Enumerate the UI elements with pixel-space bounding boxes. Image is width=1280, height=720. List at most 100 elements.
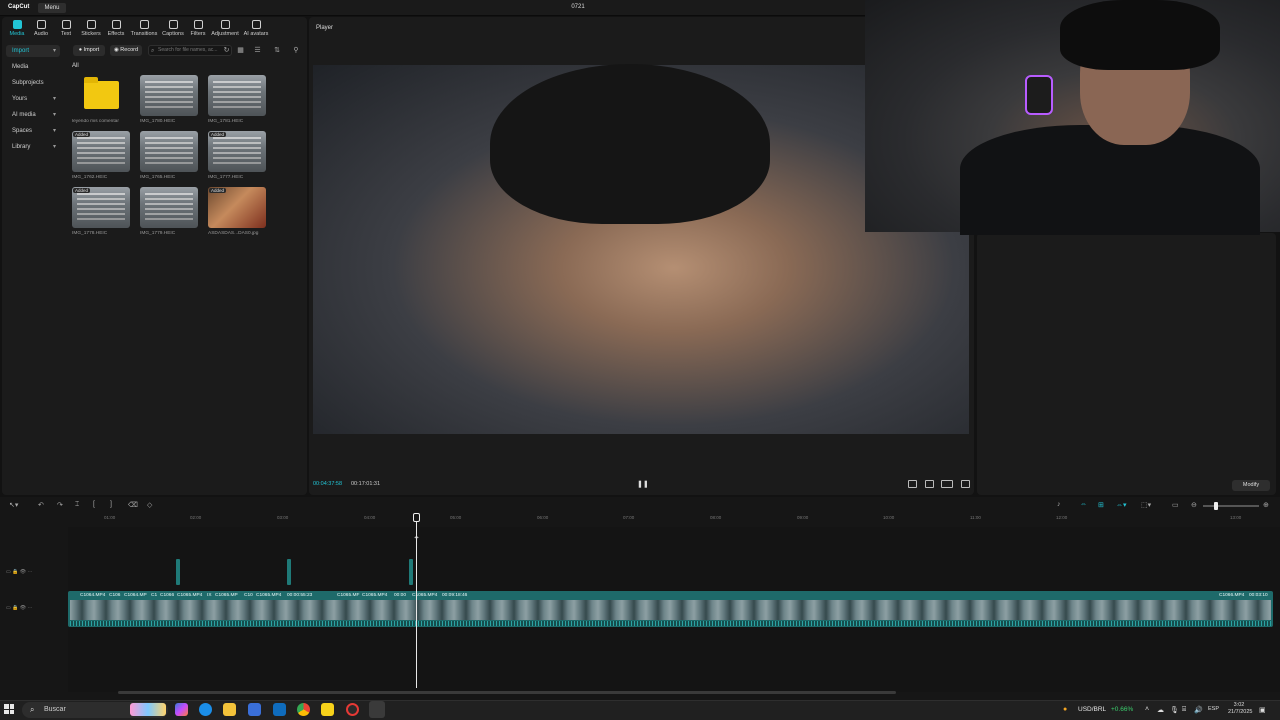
- media-item[interactable]: Added ASDASDAS...DAS0.jpg: [208, 187, 266, 236]
- media-item[interactable]: IMG_1780.HEIC: [140, 75, 198, 124]
- trim-left-icon[interactable]: [: [93, 501, 95, 508]
- pause-icon[interactable]: ❚❚: [637, 480, 649, 488]
- search-highlight-icon: [130, 703, 166, 716]
- media-item[interactable]: Added IMG_1778.HEIC: [72, 187, 130, 236]
- notification-icon[interactable]: ▣: [1259, 706, 1266, 714]
- media-thumbnail: [140, 131, 198, 172]
- windows-start-icon[interactable]: [4, 704, 14, 714]
- tab-captions[interactable]: Captions: [159, 20, 187, 37]
- tab-ai-avatars[interactable]: AI avatars: [241, 20, 271, 37]
- edge-icon[interactable]: [199, 703, 212, 716]
- tab-effects[interactable]: Effects: [103, 20, 129, 37]
- media-item[interactable]: Added IMG_1777.HEIC: [208, 131, 266, 180]
- cloud-icon[interactable]: ☁: [1157, 706, 1164, 714]
- tab-transitions[interactable]: Transitions: [129, 20, 159, 37]
- grid-view-icon[interactable]: ▦: [236, 46, 245, 55]
- media-item[interactable]: leyendo mis comentar: [72, 75, 130, 124]
- nav-spaces[interactable]: Spaces ▾: [6, 125, 60, 137]
- fullscreen-icon[interactable]: [961, 480, 970, 488]
- clock[interactable]: 3:02 21/7/2025: [1228, 702, 1252, 716]
- media-filter-all[interactable]: All: [72, 63, 79, 69]
- fx-pair[interactable]: USD/BRL: [1078, 706, 1106, 713]
- overlay-track-controls[interactable]: ▭ 🔒 👁 ⋯: [6, 569, 32, 575]
- media-item[interactable]: IMG_1779.HEIC: [140, 187, 198, 236]
- total-time: 00:17:01:31: [351, 481, 381, 487]
- language-indicator[interactable]: ESP: [1208, 706, 1219, 712]
- list-view-icon[interactable]: ☰: [253, 46, 262, 55]
- overlay-clip[interactable]: [409, 559, 413, 585]
- clip-label: IX: [207, 593, 212, 598]
- tool-tabs: Media Audio Text Stickers Effects Transi…: [2, 17, 307, 41]
- clip-label: C1066: [160, 593, 175, 598]
- chrome-icon[interactable]: [297, 703, 310, 716]
- microphone-tray-icon[interactable]: 🎙: [1170, 706, 1179, 714]
- overlay-clip[interactable]: [287, 559, 291, 585]
- file-explorer-icon[interactable]: [223, 703, 236, 716]
- zoom-slider[interactable]: [1203, 505, 1259, 507]
- nav-library[interactable]: Library ▾: [6, 141, 60, 153]
- microphone-icon[interactable]: ♪: [1057, 501, 1061, 508]
- store-icon[interactable]: [248, 703, 261, 716]
- menu-button[interactable]: Menu: [38, 3, 66, 13]
- filter-icon[interactable]: ⚲: [289, 46, 303, 55]
- tab-filters[interactable]: Filters: [185, 20, 211, 37]
- nav-import[interactable]: Import ▾: [6, 45, 60, 57]
- sort-icon[interactable]: ⇅: [270, 46, 284, 55]
- clip-label: 00:03:10: [1249, 593, 1268, 598]
- tab-audio[interactable]: Audio: [28, 20, 54, 37]
- aspect-ratio-icon[interactable]: [908, 480, 917, 488]
- overlay-clip[interactable]: [176, 559, 180, 585]
- media-item[interactable]: Added IMG_1762.HEIC: [72, 131, 130, 180]
- chevron-up-icon[interactable]: ˄: [1145, 706, 1149, 713]
- chevron-down-icon: ▾: [52, 144, 56, 150]
- copilot-icon[interactable]: [175, 703, 188, 716]
- zoom-out-icon[interactable]: ⊖: [1191, 501, 1197, 509]
- nav-media[interactable]: Media: [6, 61, 60, 73]
- capcut-taskbar-icon[interactable]: [369, 701, 385, 718]
- nav-yours[interactable]: Yours ▾: [6, 93, 60, 105]
- tab-text[interactable]: Text: [53, 20, 79, 37]
- nav-ai-media[interactable]: AI media ▾: [6, 109, 60, 121]
- delete-icon[interactable]: ⌫: [128, 501, 138, 509]
- outlook-icon[interactable]: [273, 703, 286, 716]
- sticky-notes-icon[interactable]: [321, 703, 334, 716]
- volume-icon[interactable]: 🔊: [1194, 706, 1203, 714]
- refresh-icon[interactable]: ↻: [222, 46, 231, 55]
- timeline-scrollbar[interactable]: [118, 691, 896, 694]
- keyframe-icon[interactable]: ⌖: [412, 533, 421, 542]
- tab-adjustment[interactable]: Adjustment: [209, 20, 241, 37]
- zoom-in-icon[interactable]: ⊕: [1263, 501, 1269, 509]
- preview-axis-icon[interactable]: ⬚▾: [1141, 501, 1151, 509]
- tab-stickers[interactable]: Stickers: [78, 20, 104, 37]
- select-tool-icon[interactable]: ↖▾: [9, 501, 18, 509]
- trim-right-icon[interactable]: ]: [110, 501, 112, 508]
- record-button[interactable]: ◉ Record: [110, 45, 142, 56]
- undo-icon[interactable]: ↶: [38, 501, 44, 509]
- marker-icon[interactable]: ◇: [147, 501, 152, 509]
- redo-icon[interactable]: ↷: [57, 501, 63, 509]
- magnet-icon[interactable]: ⊞: [1098, 501, 1104, 509]
- media-search-input[interactable]: ⌕ Search for file names, ac...: [148, 45, 232, 56]
- fit-icon[interactable]: ▭: [1172, 501, 1179, 509]
- link-icon[interactable]: ⇔: [1080, 501, 1087, 508]
- playhead-handle[interactable]: [413, 513, 420, 522]
- media-thumbnail: Added: [208, 187, 266, 228]
- snap-icon[interactable]: ⇔▾: [1116, 501, 1127, 509]
- obs-icon[interactable]: [346, 703, 359, 716]
- current-time: 00:04:37:58: [313, 481, 343, 487]
- media-item[interactable]: IMG_1781.HEIC: [208, 75, 266, 124]
- zoom-slider-handle[interactable]: [1214, 502, 1218, 510]
- main-track-controls[interactable]: ▭ 🔒 👁 ⋯: [6, 605, 32, 611]
- clip-label: C10: [244, 593, 253, 598]
- clip-label: C1064.MP: [124, 593, 147, 598]
- tab-media[interactable]: Media: [4, 20, 30, 37]
- split-icon[interactable]: ⌶: [75, 501, 79, 509]
- media-item[interactable]: IMG_1765.HEIC: [140, 131, 198, 180]
- modify-button[interactable]: Modify: [1232, 480, 1270, 491]
- crop-icon[interactable]: [925, 480, 934, 488]
- import-button[interactable]: ● Import: [73, 45, 105, 56]
- network-icon[interactable]: ⌸: [1182, 706, 1186, 714]
- nav-subprojects[interactable]: Subprojects: [6, 77, 60, 89]
- chevron-down-icon: ▾: [52, 48, 56, 54]
- quality-icon[interactable]: [941, 480, 953, 488]
